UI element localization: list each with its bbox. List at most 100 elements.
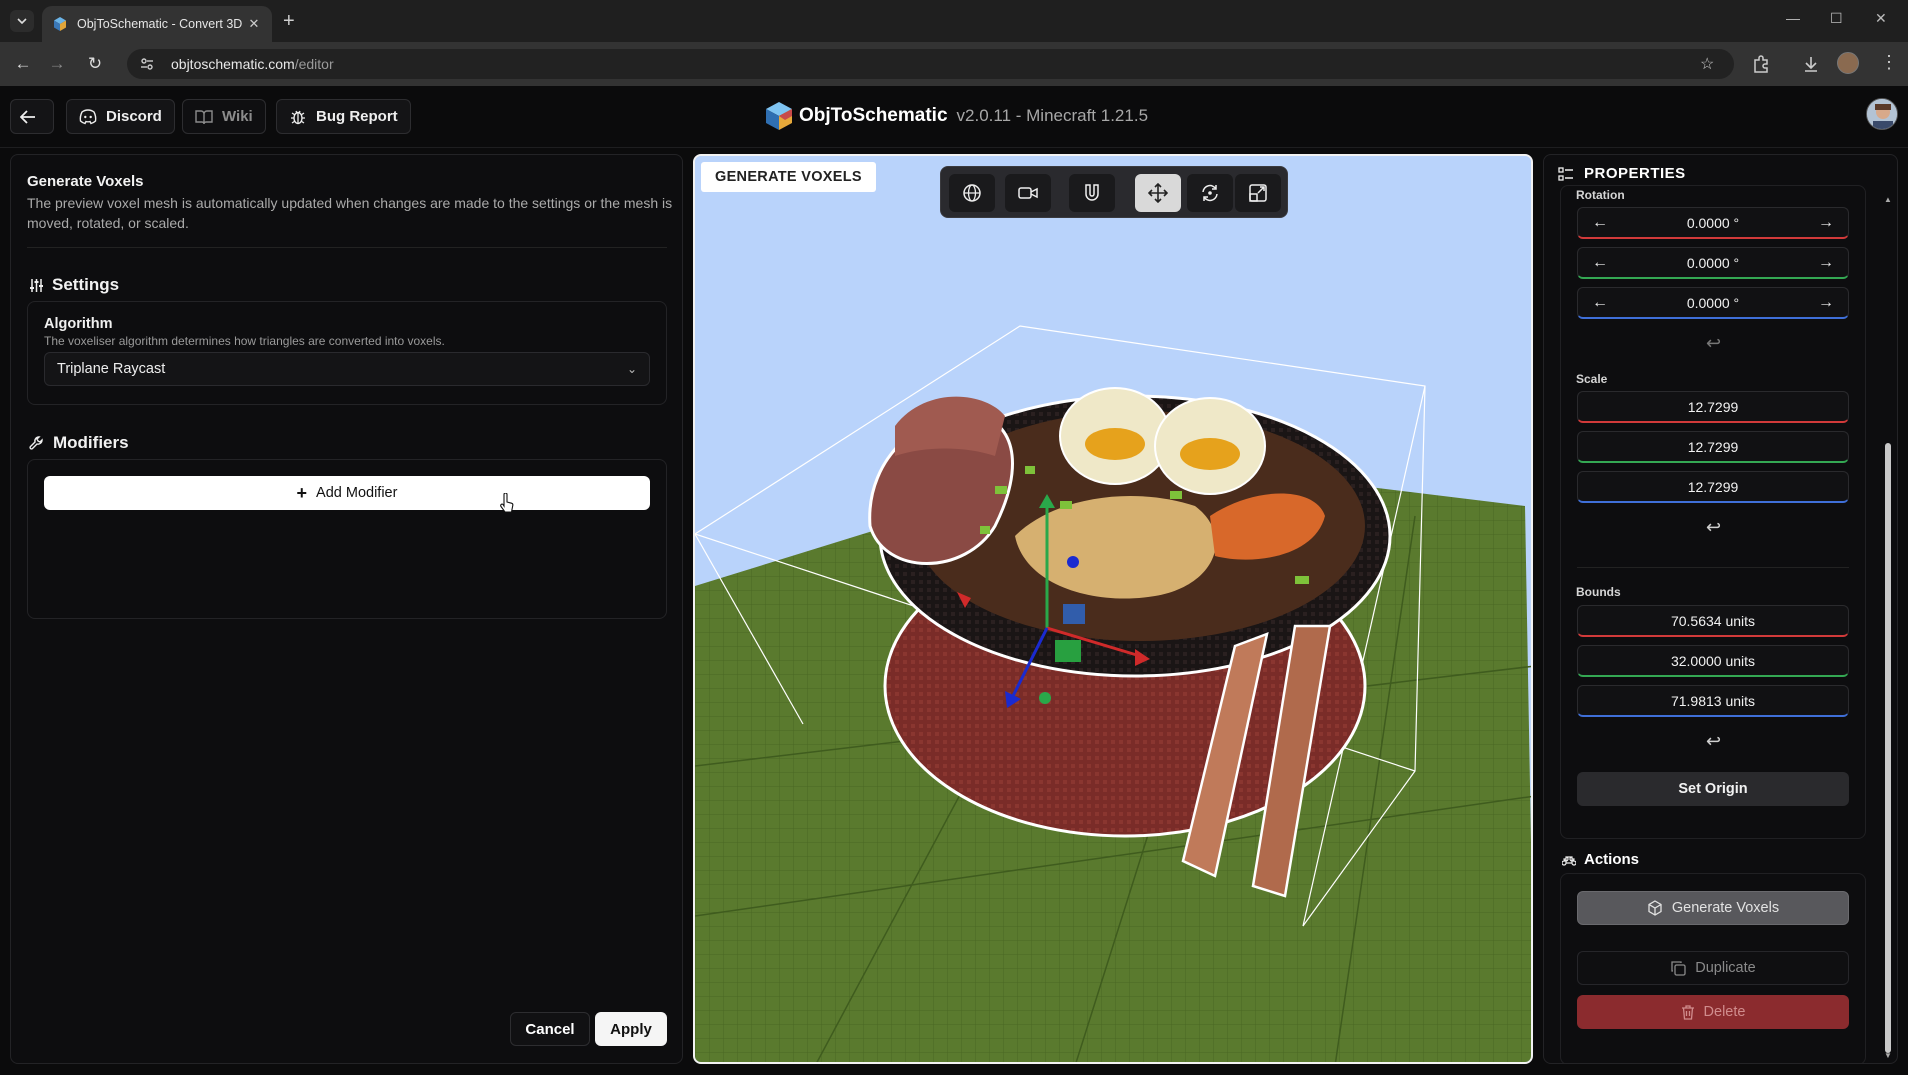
extensions-icon[interactable]: [1751, 54, 1771, 74]
bounds-y-field: 32.0000 units: [1577, 645, 1849, 677]
set-origin-button[interactable]: Set Origin: [1577, 772, 1849, 806]
rotation-label: Rotation: [1576, 188, 1625, 202]
decrement-arrow-icon[interactable]: ←: [1592, 214, 1608, 232]
bounds-y-value: 32.0000 units: [1670, 652, 1756, 669]
back-button[interactable]: [10, 99, 54, 134]
voxel-scene[interactable]: [695, 156, 1533, 1064]
scale-y-value: 12.7299: [1687, 438, 1739, 455]
bounds-x-field: 70.5634 units: [1577, 605, 1849, 637]
url-path: /editor: [294, 56, 334, 72]
3d-viewport[interactable]: GENERATE VOXELS: [693, 154, 1533, 1064]
scale-y-field[interactable]: 12.7299: [1577, 431, 1849, 463]
scale-x-field[interactable]: 12.7299: [1577, 391, 1849, 423]
cancel-button[interactable]: Cancel: [510, 1012, 590, 1046]
increment-arrow-icon[interactable]: →: [1818, 214, 1834, 232]
divider: [27, 247, 667, 248]
address-bar[interactable]: objtoschematic.com/editor: [127, 49, 1734, 79]
book-icon: [195, 109, 213, 124]
modifiers-card: + Add Modifier: [27, 459, 667, 619]
modifiers-heading-label: Modifiers: [53, 433, 129, 452]
camera-icon: [1018, 187, 1038, 199]
magnet-tool-button[interactable]: [1069, 174, 1115, 212]
bug-report-label: Bug Report: [316, 108, 398, 125]
bookmark-star-icon[interactable]: ☆: [1700, 54, 1714, 74]
camera-tool-button[interactable]: [1005, 174, 1051, 212]
modifiers-heading: Modifiers: [29, 433, 129, 453]
reset-bounds-icon[interactable]: ↩: [1706, 731, 1721, 752]
close-tab-icon[interactable]: ✕: [246, 16, 262, 32]
actions-heading-label: Actions: [1584, 851, 1640, 868]
algorithm-select[interactable]: Triplane Raycast ⌄: [44, 352, 650, 386]
decrement-arrow-icon[interactable]: ←: [1592, 294, 1608, 312]
add-modifier-label: Add Modifier: [316, 485, 398, 501]
rotation-y-field[interactable]: ← 0.0000 ° →: [1577, 247, 1849, 279]
sliders-icon: [30, 278, 43, 292]
scroll-up-icon[interactable]: ▲: [1884, 195, 1892, 204]
browser-tab[interactable]: ObjToSchematic - Convert 3D m ✕: [42, 6, 272, 42]
wiki-label: Wiki: [222, 108, 253, 125]
wiki-button[interactable]: Wiki: [182, 99, 266, 134]
tab-list-button[interactable]: [10, 10, 34, 32]
algorithm-card: Algorithm The voxeliser algorithm determ…: [27, 301, 667, 405]
scale-tool-button[interactable]: [1235, 174, 1281, 212]
back-arrow-icon[interactable]: ←: [12, 53, 34, 75]
add-modifier-button[interactable]: + Add Modifier: [44, 476, 650, 510]
copy-icon: [1671, 961, 1686, 976]
close-window-icon[interactable]: ✕: [1875, 10, 1887, 27]
properties-scrollbar[interactable]: ▲ ▼: [1883, 195, 1893, 1063]
increment-arrow-icon[interactable]: →: [1818, 294, 1834, 312]
move-icon: [1148, 183, 1168, 203]
scroll-thumb[interactable]: [1885, 443, 1891, 1053]
scale-z-field[interactable]: 12.7299: [1577, 471, 1849, 503]
browser-profile-avatar[interactable]: [1837, 52, 1859, 74]
reset-scale-icon[interactable]: ↩: [1706, 517, 1721, 538]
generate-voxels-button[interactable]: Generate Voxels: [1577, 891, 1849, 925]
delete-label: Delete: [1703, 1004, 1746, 1020]
rotation-x-value: 0.0000 °: [1686, 214, 1740, 231]
discord-button[interactable]: Discord: [66, 99, 175, 134]
decrement-arrow-icon[interactable]: ←: [1592, 254, 1608, 272]
user-avatar[interactable]: [1866, 98, 1898, 130]
bug-icon: [291, 110, 305, 124]
wrench-icon: [29, 436, 43, 450]
apply-button[interactable]: Apply: [595, 1012, 667, 1046]
app-header: Discord Wiki Bug Report ObjToSchematic v…: [0, 86, 1908, 148]
delete-button[interactable]: Delete: [1577, 995, 1849, 1029]
browser-menu-icon[interactable]: ⋮: [1880, 52, 1898, 73]
stage-label: GENERATE VOXELS: [701, 162, 876, 192]
new-tab-button[interactable]: +: [283, 10, 295, 33]
rotate-tool-button[interactable]: [1187, 174, 1233, 212]
properties-heading: PROPERTIES: [1558, 165, 1686, 182]
maximize-icon[interactable]: ☐: [1830, 10, 1843, 27]
viewport-toolbar: [940, 166, 1288, 218]
browser-tabstrip: ObjToSchematic - Convert 3D m ✕ + — ☐ ✕: [0, 0, 1908, 42]
app-version: v2.0.11 - Minecraft 1.21.5: [956, 106, 1149, 125]
back-arrow-icon: [19, 109, 35, 124]
move-tool-button[interactable]: [1135, 174, 1181, 212]
discord-label: Discord: [106, 108, 162, 125]
minimize-icon[interactable]: —: [1786, 10, 1800, 26]
plane-handle-xy[interactable]: [1063, 604, 1085, 624]
magnet-icon: [1085, 184, 1099, 201]
bug-report-button[interactable]: Bug Report: [276, 99, 411, 134]
download-icon[interactable]: [1801, 54, 1821, 74]
plane-handle-xz[interactable]: [1055, 640, 1081, 662]
chevron-down-icon: [17, 18, 27, 24]
increment-arrow-icon[interactable]: →: [1818, 254, 1834, 272]
forward-arrow-icon[interactable]: →: [46, 53, 68, 75]
globe-tool-button[interactable]: [949, 174, 995, 212]
browser-toolbar: ← → ↻ objtoschematic.com/editor ☆ ⋮: [0, 42, 1908, 86]
rotation-z-field[interactable]: ← 0.0000 ° →: [1577, 287, 1849, 319]
rotation-x-field[interactable]: ← 0.0000 ° →: [1577, 207, 1849, 239]
rotate-icon: [1202, 184, 1218, 202]
reload-icon[interactable]: ↻: [84, 53, 106, 75]
duplicate-button[interactable]: Duplicate: [1577, 951, 1849, 985]
scale-label: Scale: [1576, 372, 1608, 386]
command-icon: [1562, 855, 1576, 866]
tab-title: ObjToSchematic - Convert 3D m: [77, 17, 246, 31]
scale-icon: [1249, 184, 1267, 202]
site-info-icon[interactable]: [139, 56, 155, 72]
reset-rotation-icon[interactable]: ↩: [1706, 333, 1721, 354]
panel-title: Generate Voxels: [27, 173, 144, 190]
scroll-down-icon[interactable]: ▼: [1884, 1051, 1892, 1060]
